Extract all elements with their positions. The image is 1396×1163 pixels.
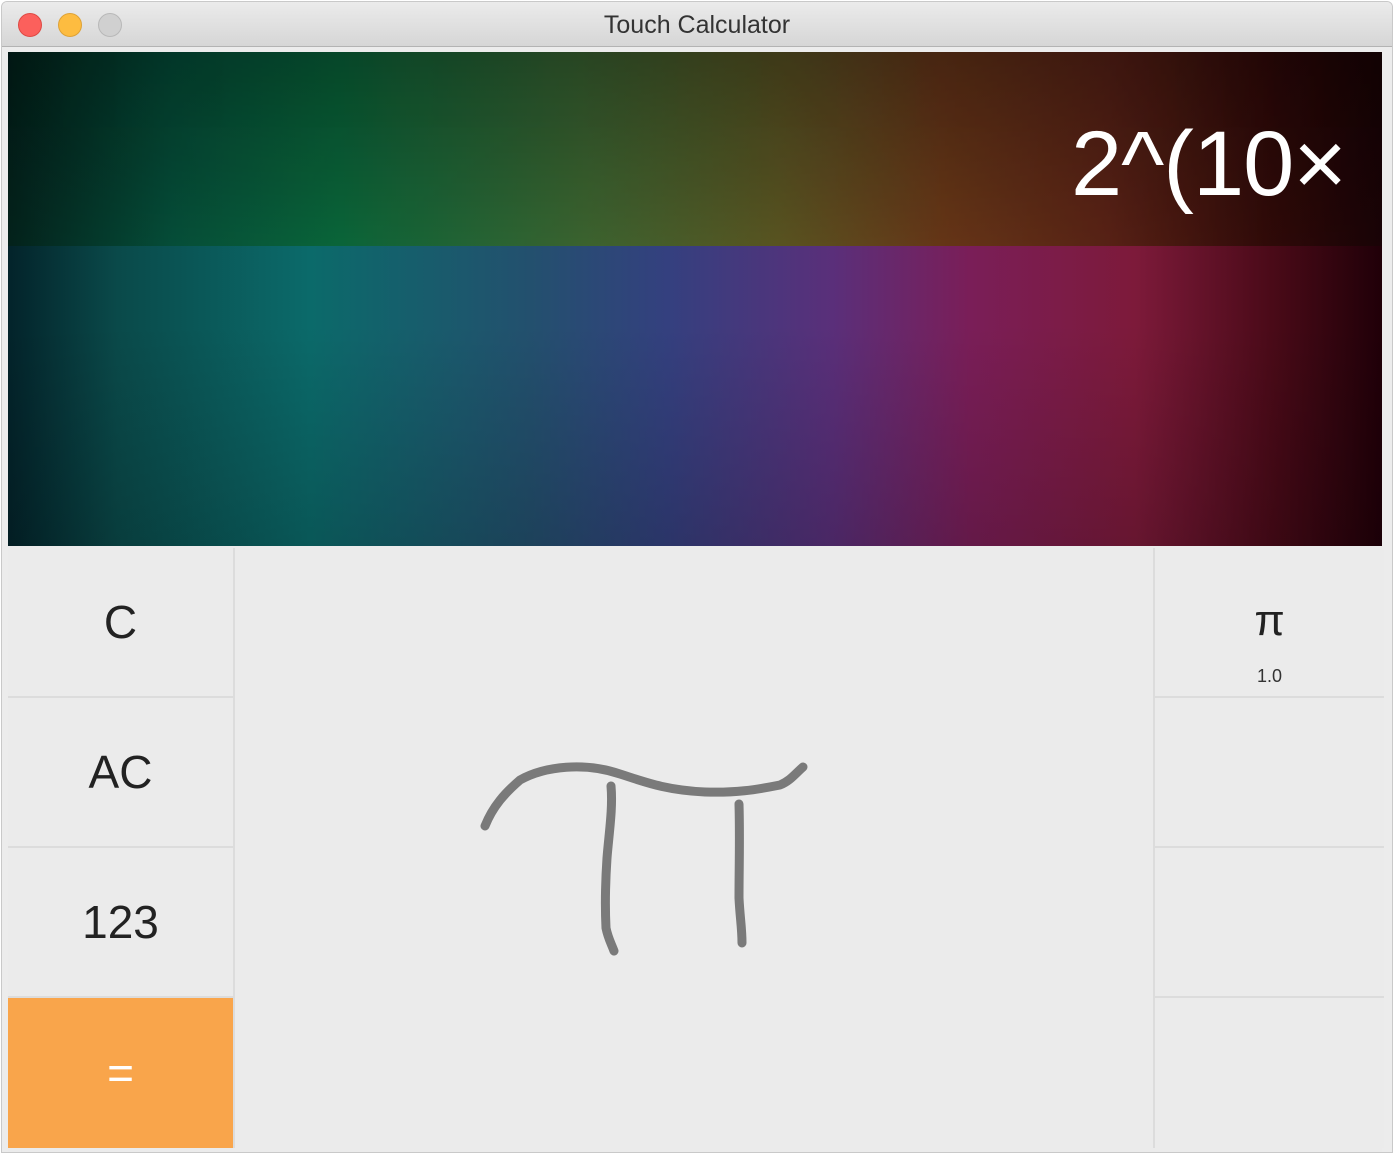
handwriting-canvas[interactable]: [235, 548, 1153, 1148]
clear-button[interactable]: C: [8, 548, 233, 698]
calculator-body: 2^(10× C AC 123 = π 1.0: [8, 52, 1384, 1152]
pi-top-stroke: [480, 762, 808, 831]
numbers-keypad-button[interactable]: 123: [8, 848, 233, 998]
expression-text: 2^(10×: [1070, 113, 1347, 215]
suggestion-score: 1.0: [1256, 666, 1283, 686]
recognition-suggestions: π 1.0: [1153, 548, 1384, 1148]
pi-right-leg-stroke: [734, 799, 747, 948]
window-title: Touch Calculator: [603, 11, 791, 39]
handwriting-strokes: [480, 762, 808, 956]
all-clear-button[interactable]: AC: [8, 698, 233, 848]
equals-button[interactable]: =: [8, 998, 233, 1148]
suggestion-item[interactable]: [1155, 848, 1384, 998]
app-window: Touch Calculator 2^(10× C AC 123 = π 1.0: [2, 2, 1392, 1152]
expression-display: 2^(10×: [8, 52, 1382, 546]
title-bar[interactable]: Touch Calculator: [2, 2, 1392, 47]
suggestion-item[interactable]: [1155, 998, 1384, 1148]
control-keys: C AC 123 =: [8, 548, 235, 1148]
suggestion-item[interactable]: [1155, 698, 1384, 848]
pi-left-leg-stroke: [600, 781, 619, 956]
suggestion-symbol: π: [1254, 596, 1285, 645]
suggestion-item[interactable]: π 1.0: [1155, 548, 1384, 698]
